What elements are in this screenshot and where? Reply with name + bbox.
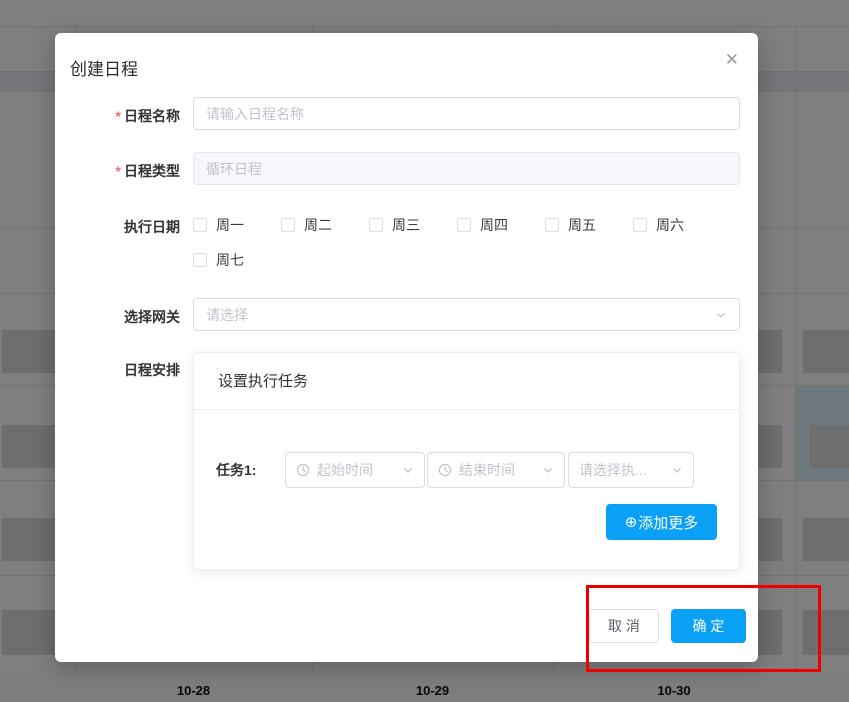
action-placeholder: 请选择执... [579, 460, 664, 480]
clock-icon [438, 463, 452, 477]
start-time-select[interactable]: 起始时间 [285, 452, 425, 488]
checkbox-wednesday[interactable]: 周三 [369, 215, 457, 235]
add-more-button[interactable]: ⊕ 添加更多 [606, 504, 717, 540]
weekday-checkbox-row-2: 周七 [193, 250, 281, 270]
schedule-type-input [193, 152, 740, 185]
checkbox-thursday[interactable]: 周四 [457, 215, 545, 235]
confirm-button[interactable]: 确 定 [671, 609, 746, 643]
chevron-down-icon [671, 464, 683, 476]
checkbox-box [545, 218, 559, 232]
checkbox-box [193, 218, 207, 232]
checkbox-saturday[interactable]: 周六 [633, 215, 721, 235]
chevron-down-icon [542, 464, 554, 476]
dialog-title: 创建日程 [70, 55, 138, 80]
task-1-label: 任务1: [216, 452, 256, 488]
task-panel-title: 设置执行任务 [194, 353, 739, 410]
chevron-down-icon [715, 309, 727, 321]
checkbox-friday[interactable]: 周五 [545, 215, 633, 235]
field-label-gateway: 选择网关 [55, 307, 180, 327]
action-select[interactable]: 请选择执... [568, 452, 694, 488]
field-label-schedule-arrangement: 日程安排 [55, 360, 180, 380]
weekday-checkbox-row: 周一 周二 周三 周四 周五 周六 [193, 215, 721, 235]
cancel-button[interactable]: 取 消 [589, 609, 659, 643]
create-schedule-dialog: 创建日程 ✕ *日程名称 *日程类型 执行日期 周一 周二 周三 周四 周五 周… [55, 33, 758, 662]
plus-circle-icon: ⊕ [625, 513, 638, 531]
required-asterisk: * [116, 163, 121, 179]
end-time-select[interactable]: 结束时间 [427, 452, 565, 488]
checkbox-box [369, 218, 383, 232]
end-time-placeholder: 结束时间 [459, 460, 535, 480]
chevron-down-icon [402, 464, 414, 476]
field-label-schedule-name: *日程名称 [55, 106, 180, 126]
field-label-schedule-type: *日程类型 [55, 161, 180, 181]
task-panel: 设置执行任务 任务1: 起始时间 结束时间 [193, 352, 740, 570]
close-icon[interactable]: ✕ [725, 51, 739, 68]
checkbox-box [457, 218, 471, 232]
checkbox-tuesday[interactable]: 周二 [281, 215, 369, 235]
screen: 10-28 10-29 10-30 创建日程 ✕ *日程名称 *日程类型 执行日… [0, 0, 849, 702]
checkbox-monday[interactable]: 周一 [193, 215, 281, 235]
field-label-execution-days: 执行日期 [55, 217, 180, 237]
schedule-name-input[interactable] [193, 97, 740, 130]
start-time-placeholder: 起始时间 [317, 460, 395, 480]
clock-icon [296, 463, 310, 477]
gateway-placeholder: 请选择 [206, 305, 715, 325]
gateway-select[interactable]: 请选择 [193, 298, 740, 331]
checkbox-box [193, 253, 207, 267]
checkbox-sunday[interactable]: 周七 [193, 250, 281, 270]
required-asterisk: * [116, 108, 121, 124]
checkbox-box [633, 218, 647, 232]
checkbox-box [281, 218, 295, 232]
add-more-label: 添加更多 [638, 512, 698, 533]
